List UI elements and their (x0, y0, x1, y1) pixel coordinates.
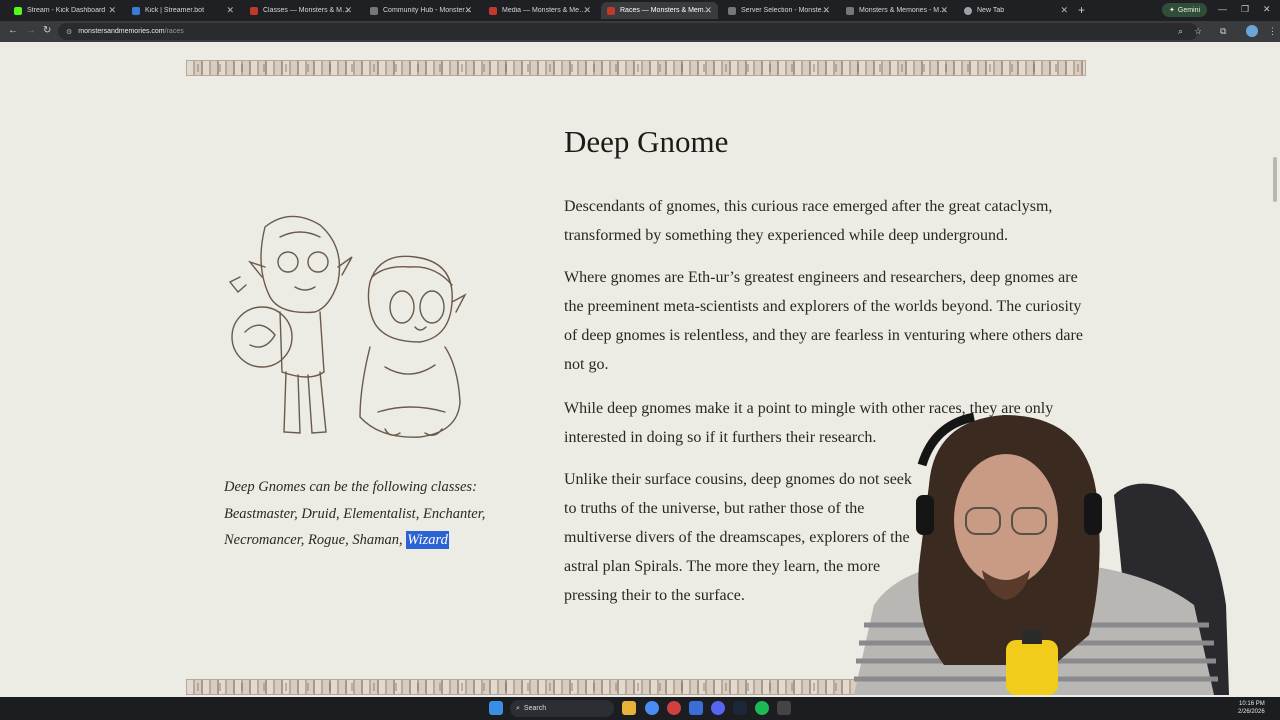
tab-title: Classes — Monsters & Memories (263, 7, 352, 14)
tab-title: Community Hub - Monsters & M (383, 7, 472, 14)
close-icon[interactable]: ✕ (1060, 5, 1068, 16)
tab-title: Media — Monsters & Memories (502, 7, 591, 14)
tab-title: Monsters & Memories - Monst (859, 7, 948, 14)
app-icon[interactable] (689, 701, 703, 715)
discord-icon[interactable] (711, 701, 725, 715)
minimize-icon[interactable]: — (1218, 4, 1227, 14)
tab-community-hub[interactable]: Community Hub - Monsters & M ✕ (364, 2, 478, 19)
taskbar-search[interactable]: ⌕ Search (510, 700, 614, 717)
chrome-icon[interactable] (645, 701, 659, 715)
windows-start-icon[interactable] (489, 701, 503, 715)
close-icon[interactable]: ✕ (822, 5, 830, 16)
app-icon[interactable] (777, 701, 791, 715)
site-info-icon[interactable]: ⚙ (66, 28, 72, 36)
webcam-overlay (854, 412, 1229, 695)
tab-title: New Tab (977, 7, 1005, 14)
globe-icon (728, 6, 736, 15)
spotify-icon[interactable] (755, 701, 769, 715)
mm-icon (607, 6, 615, 15)
close-icon[interactable]: ✕ (344, 5, 352, 16)
tab-title: Stream - Kick Dashboard (27, 7, 106, 14)
page-scrollbar[interactable] (1273, 157, 1277, 202)
maximize-icon[interactable]: ❐ (1241, 4, 1249, 15)
selected-text-wizard[interactable]: Wizard (406, 531, 449, 549)
tab-title: Server Selection - Monsters & M (741, 7, 830, 14)
address-bar[interactable]: ⚙ monstersandmemories.com /races (58, 23, 1198, 40)
menu-icon[interactable]: ⋮ (1268, 26, 1277, 37)
mm-icon (250, 6, 258, 15)
extensions-icon[interactable]: ⧉ (1220, 26, 1226, 37)
race-description-paragraph: Descendants of gnomes, this curious race… (564, 198, 1053, 244)
gemini-label: Gemini (1177, 6, 1201, 14)
streamerbot-icon (132, 6, 140, 15)
clock-time: 10:16 PM (1239, 701, 1265, 707)
kick-icon (14, 6, 22, 15)
browser-tab-bar: Stream - Kick Dashboard ✕ Kick | Streame… (0, 0, 1280, 21)
close-icon[interactable]: ✕ (583, 5, 591, 16)
globe-icon (370, 6, 378, 15)
window-close-icon[interactable]: ✕ (1263, 4, 1271, 15)
class-list-caption: Deep Gnomes can be the following classes… (224, 474, 524, 554)
back-arrow-icon[interactable]: ← (8, 25, 18, 36)
tab-new-tab[interactable]: New Tab ✕ (958, 2, 1074, 19)
tab-classes[interactable]: Classes — Monsters & Memories ✕ (244, 2, 358, 19)
tab-races[interactable]: Races — Monsters & Memories ✕ (601, 2, 718, 19)
zoom-icon[interactable]: ⌕ (1178, 26, 1183, 37)
page-title: Deep Gnome (564, 124, 729, 159)
close-icon[interactable]: ✕ (940, 5, 948, 16)
clock-date: 2/26/2026 (1238, 709, 1265, 715)
steam-icon[interactable] (733, 701, 747, 715)
chrome-icon (964, 6, 972, 15)
tab-server-selection[interactable]: Server Selection - Monsters & M ✕ (722, 2, 836, 19)
tab-monsters-memories[interactable]: Monsters & Memories - Monst ✕ (840, 2, 954, 19)
globe-icon (846, 6, 854, 15)
taskbar-clock[interactable]: 10:16 PM 2/26/2026 (1238, 700, 1265, 716)
reload-icon[interactable]: ↻ (43, 25, 51, 36)
windows-taskbar: ⌕ Search 10:16 PM 2/26/2026 (0, 697, 1280, 720)
close-icon[interactable]: ✕ (704, 5, 712, 16)
close-icon[interactable]: ✕ (226, 5, 234, 16)
tab-media[interactable]: Media — Monsters & Memories ✕ (483, 2, 597, 19)
sparkle-icon: ✦ (1169, 7, 1175, 14)
search-icon: ⌕ (516, 704, 520, 712)
mm-icon (489, 6, 497, 15)
file-explorer-icon[interactable] (622, 701, 636, 715)
profile-avatar[interactable] (1246, 25, 1258, 37)
bookmark-star-icon[interactable]: ☆ (1194, 26, 1202, 37)
tab-title: Kick | Streamer.bot (145, 7, 205, 14)
new-tab-icon[interactable]: + (1078, 3, 1085, 17)
tab-streamerbot[interactable]: Kick | Streamer.bot ✕ (126, 2, 240, 19)
decorative-border-top (186, 60, 1086, 76)
app-icon[interactable] (667, 701, 681, 715)
url-path: /races (164, 28, 184, 35)
gemini-button[interactable]: ✦ Gemini (1162, 3, 1208, 17)
close-icon[interactable]: ✕ (108, 5, 116, 16)
search-label: Search (523, 705, 547, 712)
deep-gnome-illustration (228, 215, 467, 438)
url-host: monstersandmemories.com (78, 28, 165, 35)
forward-arrow-icon[interactable]: → (26, 25, 36, 36)
tab-kick-dashboard[interactable]: Stream - Kick Dashboard ✕ (8, 2, 122, 19)
race-description-paragraph: Where gnomes are Eth-ur’s greatest engin… (564, 269, 1083, 373)
tab-title: Races — Monsters & Memories (620, 7, 712, 14)
close-icon[interactable]: ✕ (464, 5, 472, 16)
browser-toolbar: ← → ↻ ⚙ monstersandmemories.com /races ⌕… (0, 21, 1280, 42)
